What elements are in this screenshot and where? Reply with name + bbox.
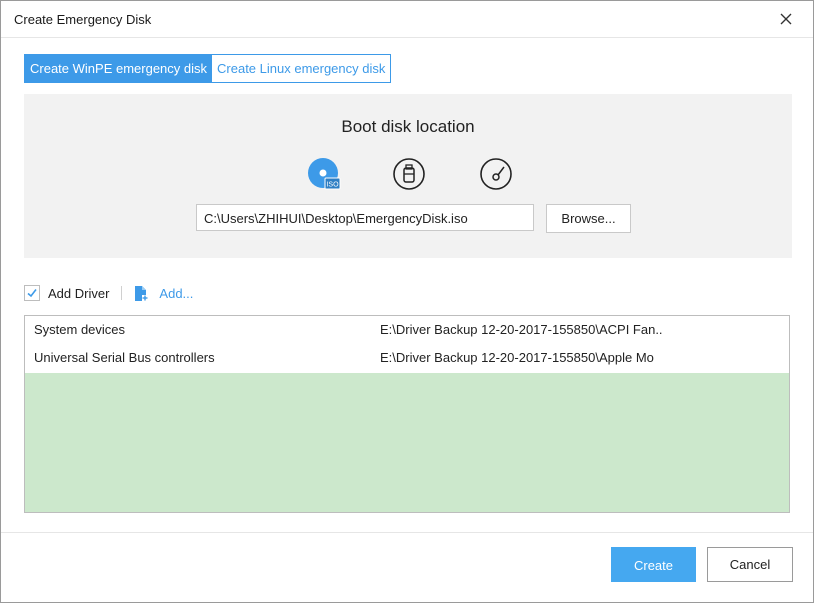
- driver-name: Universal Serial Bus controllers: [34, 350, 215, 365]
- create-button[interactable]: Create: [611, 547, 696, 582]
- add-driver-label: Add Driver: [48, 285, 110, 301]
- cancel-button[interactable]: Cancel: [707, 547, 793, 582]
- tab-winpe[interactable]: Create WinPE emergency disk: [25, 55, 213, 82]
- iso-path-input[interactable]: C:\Users\ZHIHUI\Desktop\EmergencyDisk.is…: [196, 204, 534, 231]
- driver-name: System devices: [34, 322, 126, 337]
- add-driver-link[interactable]: Add...: [134, 285, 193, 302]
- list-empty-area: [25, 373, 789, 512]
- cd-option[interactable]: [479, 157, 513, 191]
- driver-path: E:\Driver Backup 12-20-2017-155850\Apple…: [380, 350, 654, 365]
- boot-location-title: Boot disk location: [341, 117, 475, 136]
- add-link-label: Add...: [159, 285, 194, 301]
- driver-path: E:\Driver Backup 12-20-2017-155850\ACPI …: [380, 322, 663, 337]
- toolbar-divider: [121, 286, 123, 300]
- boot-location-panel: Boot disk location ISO C:\Users\ZHIHUI\D…: [24, 94, 792, 258]
- list-item[interactable]: System devices E:\Driver Backup 12-20-20…: [25, 316, 789, 344]
- checkmark-icon: [27, 289, 37, 298]
- close-icon: [780, 13, 792, 25]
- usb-option[interactable]: [392, 157, 426, 191]
- add-driver-checkbox[interactable]: [24, 285, 40, 301]
- driver-list[interactable]: System devices E:\Driver Backup 12-20-20…: [24, 315, 790, 513]
- create-emergency-disk-dialog: Create Emergency Disk Create WinPE emerg…: [0, 0, 814, 603]
- iso-option[interactable]: ISO: [307, 157, 341, 191]
- usb-drive-icon: [393, 158, 425, 190]
- title-bar: Create Emergency Disk: [1, 1, 813, 38]
- driver-toolbar: Add Driver Add...: [24, 283, 193, 303]
- disk-type-tabs: Create WinPE emergency disk Create Linux…: [24, 54, 392, 83]
- iso-badge: ISO: [326, 182, 339, 189]
- tab-linux[interactable]: Create Linux emergency disk: [212, 55, 391, 82]
- dialog-footer: Create Cancel: [1, 532, 813, 603]
- browse-button[interactable]: Browse...: [546, 204, 631, 233]
- window-title: Create Emergency Disk: [14, 12, 152, 27]
- iso-disc-icon: ISO: [308, 158, 341, 190]
- cd-dvd-icon: [480, 158, 512, 190]
- add-file-icon: [135, 285, 149, 301]
- close-button[interactable]: [777, 10, 795, 28]
- list-item[interactable]: Universal Serial Bus controllers E:\Driv…: [25, 344, 789, 372]
